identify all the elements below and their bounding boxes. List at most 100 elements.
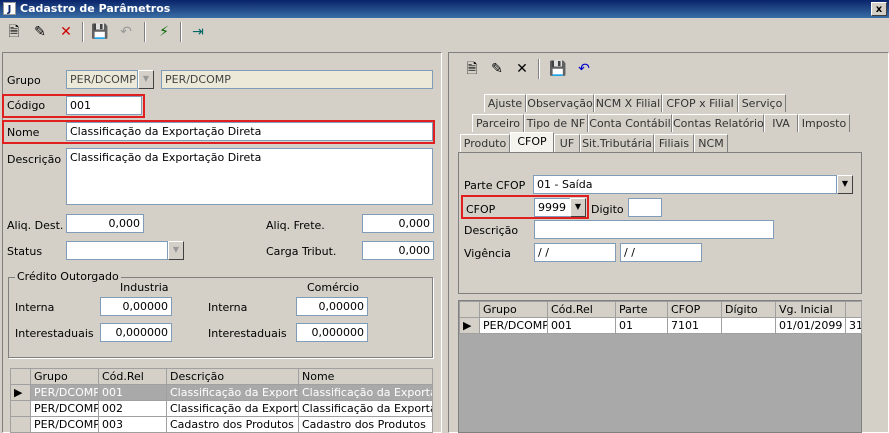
- tab-ncm-filial[interactable]: NCM X Filial: [594, 94, 662, 112]
- digito-field[interactable]: [628, 198, 662, 217]
- grid-header[interactable]: Cód.Rel: [98, 368, 167, 385]
- tab-parceiro[interactable]: Parceiro: [472, 114, 524, 132]
- grid-header[interactable]: Dígito: [721, 301, 776, 318]
- table-cell: Classificação da Exportação Indireta: [166, 400, 299, 417]
- vigencia-fim-field[interactable]: / /: [620, 243, 702, 262]
- grid-header[interactable]: [845, 301, 862, 318]
- table-cell: Cadastro dos Produtos: [166, 416, 299, 433]
- save-icon[interactable]: 💾: [90, 22, 110, 42]
- vigencia-label: Vigência: [464, 247, 511, 260]
- tab-contas-relatorio[interactable]: Contas Relatório: [672, 114, 764, 132]
- tab-filiais[interactable]: Filiais: [654, 134, 694, 152]
- table-cell: 003: [98, 416, 167, 433]
- cfop-highlight: [461, 195, 589, 219]
- edit-icon[interactable]: ✎: [30, 22, 50, 42]
- industria-interestaduais-field[interactable]: 0,000000: [100, 323, 172, 342]
- app-icon: J: [3, 2, 16, 15]
- parte-cfop-label: Parte CFOP: [464, 179, 526, 192]
- table-row[interactable]: PER/DCOMP 003 Cadastro dos Produtos Cada…: [10, 416, 433, 433]
- grid-header[interactable]: [459, 301, 480, 318]
- toolbar-separator: [538, 59, 540, 79]
- undo-icon[interactable]: ↶: [574, 59, 594, 79]
- table-cell: 002: [98, 400, 167, 417]
- tab-sit-tributaria[interactable]: Sit.Tributária: [580, 134, 654, 152]
- table-row[interactable]: ▶ PER/DCOMP 001 01 7101 01/01/2099 31/: [459, 317, 862, 334]
- delete-icon[interactable]: ✕: [512, 59, 532, 79]
- table-cell: [721, 317, 776, 334]
- grid-header[interactable]: Cód.Rel: [547, 301, 616, 318]
- grupo-name-field[interactable]: PER/DCOMP: [161, 70, 433, 89]
- close-button[interactable]: x: [871, 2, 887, 16]
- interna-label: Interna: [15, 301, 55, 314]
- table-row[interactable]: ▶ PER/DCOMP 001 Classificação da Exporta…: [10, 384, 433, 401]
- table-cell: 01: [615, 317, 668, 334]
- vigencia-inicio-field[interactable]: / /: [534, 243, 616, 262]
- comercio-interestaduais-field[interactable]: 0,000000: [296, 323, 368, 342]
- parte-cfop-select[interactable]: 01 - Saída: [533, 175, 837, 194]
- interestaduais-label: Interestaduais: [15, 327, 94, 340]
- nome-highlight: [2, 120, 435, 144]
- table-cell: PER/DCOMP: [479, 317, 548, 334]
- grupo-label: Grupo: [7, 74, 41, 87]
- status-select[interactable]: [66, 241, 168, 260]
- tab-ncm[interactable]: NCM: [694, 134, 728, 152]
- grupo-code-field[interactable]: PER/DCOMP: [66, 70, 138, 89]
- grid-header-row: Grupo Cód.Rel Descrição Nome: [10, 368, 433, 385]
- industria-label: Industria: [120, 281, 169, 294]
- table-cell: 31/: [845, 317, 862, 334]
- aliq-frete-field[interactable]: 0,000: [362, 214, 434, 233]
- table-cell: PER/DCOMP: [30, 384, 99, 401]
- table-row[interactable]: PER/DCOMP 002 Classificação da Exportaçã…: [10, 400, 433, 417]
- tab-observacao[interactable]: Observação: [526, 94, 594, 112]
- tab-imposto[interactable]: Imposto: [798, 114, 850, 132]
- new-icon[interactable]: 🗎: [4, 22, 24, 42]
- chevron-down-icon[interactable]: ▼: [138, 70, 154, 89]
- table-cell: Classificação da Exportação Direta: [298, 384, 433, 401]
- tab-conta-contabil[interactable]: Conta Contábil: [588, 114, 672, 132]
- codigo-highlight: [2, 94, 145, 118]
- interna-label: Interna: [208, 301, 248, 314]
- undo-icon[interactable]: ↶: [116, 22, 136, 42]
- tab-iva[interactable]: IVA: [764, 114, 798, 132]
- grid-header[interactable]: Parte: [615, 301, 668, 318]
- edit-icon[interactable]: ✎: [487, 59, 507, 79]
- comercio-label: Comércio: [307, 281, 360, 294]
- aliq-dest-label: Aliq. Dest.: [7, 219, 64, 232]
- grid-header[interactable]: Descrição: [166, 368, 299, 385]
- table-cell: Classificação da Exportação Direta: [166, 384, 299, 401]
- new-icon[interactable]: 🗎: [462, 59, 482, 79]
- tab-produto[interactable]: Produto: [460, 134, 510, 152]
- industria-interna-field[interactable]: 0,00000: [100, 297, 172, 316]
- descricao-field[interactable]: Classificação da Exportação Direta: [66, 148, 433, 205]
- grid-header[interactable]: Grupo: [30, 368, 99, 385]
- filter-icon[interactable]: ⚡: [154, 22, 174, 42]
- comercio-interna-field[interactable]: 0,00000: [296, 297, 368, 316]
- toolbar-separator: [82, 22, 84, 42]
- grid-header[interactable]: CFOP: [667, 301, 722, 318]
- save-icon[interactable]: 💾: [548, 59, 568, 79]
- interestaduais-label: Interestaduais: [208, 327, 287, 340]
- table-cell: Cadastro dos Produtos: [298, 416, 433, 433]
- grid-header[interactable]: [10, 368, 31, 385]
- table-cell: PER/DCOMP: [30, 416, 99, 433]
- toolbar-separator: [144, 22, 146, 42]
- credito-title: Crédito Outorgado: [15, 270, 121, 283]
- grid-header[interactable]: Vg. Inicial: [775, 301, 846, 318]
- chevron-down-icon[interactable]: ▼: [168, 241, 184, 260]
- tab-tipo-nf[interactable]: Tipo de NF: [524, 114, 588, 132]
- grid-header[interactable]: Grupo: [479, 301, 548, 318]
- carga-label: Carga Tribut.: [266, 245, 337, 258]
- grid-header-row: Grupo Cód.Rel Parte CFOP Dígito Vg. Inic…: [459, 301, 862, 318]
- tab-servico[interactable]: Serviço: [738, 94, 786, 112]
- exit-icon[interactable]: ⇥: [188, 22, 208, 42]
- tab-cfop[interactable]: CFOP: [510, 132, 554, 152]
- carga-field[interactable]: 0,000: [362, 241, 434, 260]
- grid-header[interactable]: Nome: [298, 368, 433, 385]
- tab-cfop-filial[interactable]: CFOP x Filial: [662, 94, 738, 112]
- tab-uf[interactable]: UF: [554, 134, 580, 152]
- tab-ajuste[interactable]: Ajuste: [484, 94, 526, 112]
- chevron-down-icon[interactable]: ▼: [837, 175, 853, 194]
- delete-icon[interactable]: ✕: [56, 22, 76, 42]
- descricao-field[interactable]: [534, 220, 774, 239]
- aliq-dest-field[interactable]: 0,000: [66, 214, 144, 233]
